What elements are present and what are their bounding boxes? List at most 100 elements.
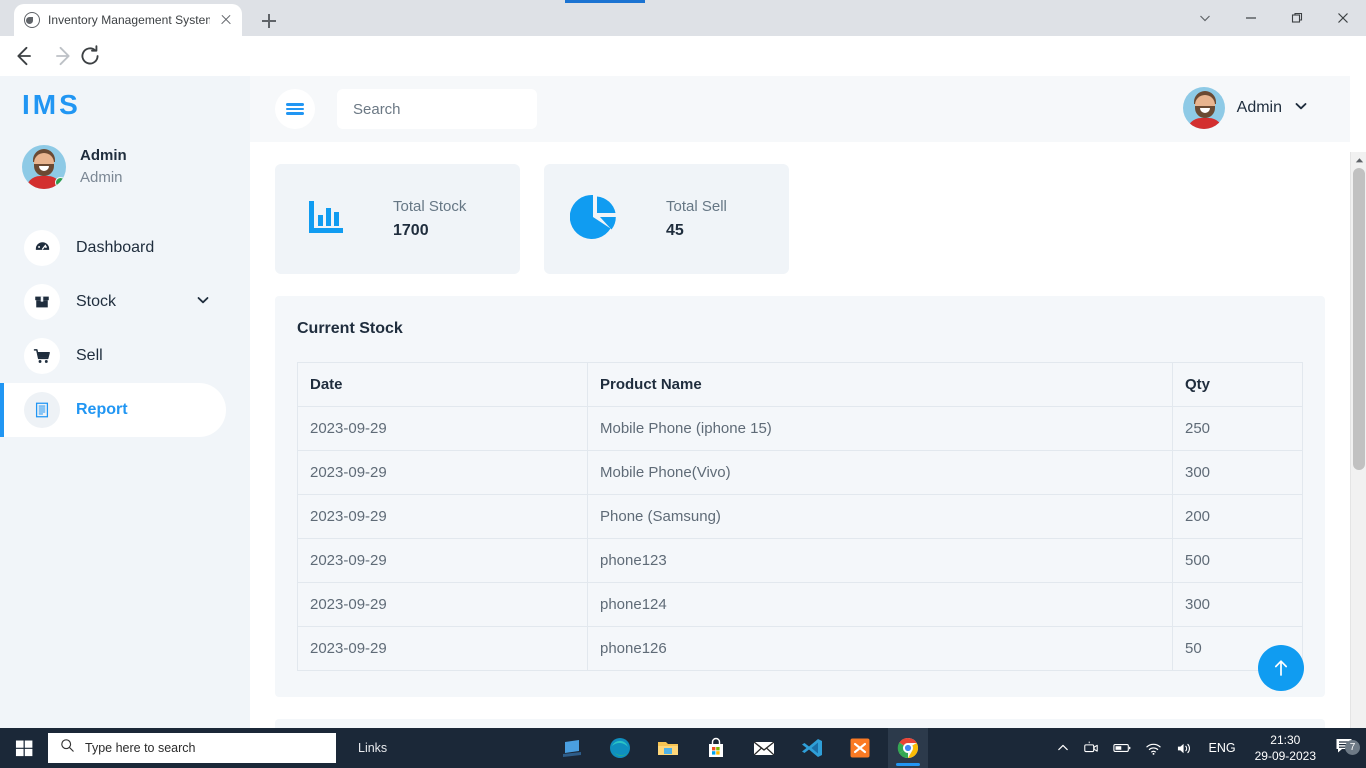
- wifi-icon[interactable]: [1138, 728, 1169, 768]
- close-icon[interactable]: [1320, 0, 1366, 36]
- cell-qty: 200: [1172, 494, 1303, 539]
- maximize-icon[interactable]: [1274, 0, 1320, 36]
- sidebar-item-stock[interactable]: Stock: [0, 275, 250, 329]
- hamburger-icon[interactable]: [275, 89, 315, 129]
- table-row: 2023-09-29 phone126 50: [297, 626, 1303, 671]
- table-row: 2023-09-29 Mobile Phone (iphone 15) 250: [297, 406, 1303, 451]
- column-header-product-name: Product Name: [587, 362, 1173, 407]
- sidebar-user-text: Admin Admin: [80, 145, 127, 189]
- scrollbar-thumb[interactable]: [1353, 168, 1365, 470]
- search-input[interactable]: [337, 89, 537, 129]
- sidebar-item-report[interactable]: Report: [0, 383, 226, 437]
- battery-icon[interactable]: [1106, 728, 1138, 768]
- cell-qty: 300: [1172, 582, 1303, 627]
- page-scrollbar[interactable]: [1350, 152, 1366, 728]
- cell-qty: 250: [1172, 406, 1303, 451]
- sidebar-item-label: Sell: [76, 347, 103, 364]
- hamburger-line: [286, 107, 304, 111]
- clock[interactable]: 21:30 29-09-2023: [1245, 732, 1326, 764]
- volume-icon[interactable]: [1169, 728, 1200, 768]
- page-content: Total Stock 1700 Total Sell 45 Current S…: [250, 142, 1350, 728]
- sidebar-user-block: Admin Admin: [22, 145, 127, 189]
- file-explorer-icon[interactable]: [648, 728, 688, 768]
- close-icon[interactable]: [218, 12, 234, 28]
- cell-date: 2023-09-29: [297, 626, 588, 671]
- sidebar-item-sell[interactable]: Sell: [0, 329, 250, 383]
- stat-value: 1700: [393, 222, 429, 239]
- scroll-to-top-button[interactable]: [1258, 645, 1304, 691]
- cell-product: Mobile Phone (iphone 15): [587, 406, 1173, 451]
- browser-window: Inventory Management System - IMS Admin …: [0, 0, 1366, 728]
- cell-product: phone124: [587, 582, 1173, 627]
- mail-icon[interactable]: [744, 728, 784, 768]
- app-topbar: Admin: [250, 76, 1350, 142]
- arrow-up-icon: [1274, 660, 1288, 676]
- windows-start-icon[interactable]: [0, 728, 48, 768]
- minimize-icon[interactable]: [1228, 0, 1274, 36]
- stat-label: Total Sell: [666, 198, 727, 215]
- stat-text: Total Stock 1700: [393, 198, 466, 240]
- edge-icon[interactable]: [600, 728, 640, 768]
- current-stock-panel: Current Stock Date Product Name Qty 2023…: [275, 296, 1325, 697]
- microsoft-store-icon[interactable]: [696, 728, 736, 768]
- scrollbar-up-arrow[interactable]: [1351, 152, 1366, 168]
- cell-date: 2023-09-29: [297, 450, 588, 495]
- browser-tab[interactable]: Inventory Management System -: [14, 4, 242, 36]
- current-stock-table: Date Product Name Qty 2023-09-29 Mobile …: [297, 362, 1303, 671]
- chevron-down-icon[interactable]: [196, 293, 210, 312]
- xampp-icon[interactable]: [840, 728, 880, 768]
- table-header-row: Date Product Name Qty: [297, 362, 1303, 407]
- avatar: [22, 145, 66, 189]
- box-icon: [24, 284, 60, 320]
- column-header-date: Date: [297, 362, 588, 407]
- back-icon[interactable]: [9, 42, 37, 70]
- table-head: Date Product Name Qty: [297, 362, 1303, 407]
- hamburger-line: [286, 112, 304, 115]
- remote-desktop-icon[interactable]: [552, 728, 592, 768]
- cell-date: 2023-09-29: [297, 538, 588, 583]
- sidebar-item-label: Stock: [76, 293, 117, 310]
- chevron-down-icon[interactable]: [1294, 99, 1308, 118]
- column-header-qty: Qty: [1172, 362, 1303, 407]
- recent-sales-panel: Recent Salse: [275, 719, 1325, 728]
- forward-icon[interactable]: [50, 42, 78, 70]
- taskbar-search-box[interactable]: Type here to search: [48, 733, 336, 763]
- show-hidden-icons-icon[interactable]: [1050, 728, 1076, 768]
- table-row: 2023-09-29 Phone (Samsung) 200: [297, 494, 1303, 539]
- cell-product: phone126: [587, 626, 1173, 671]
- sidebar-item-dashboard[interactable]: Dashboard: [0, 221, 250, 275]
- avatar-shirt: [1186, 118, 1223, 129]
- topbar-user-menu[interactable]: Admin: [1182, 87, 1308, 129]
- chrome-icon[interactable]: [888, 728, 928, 768]
- system-tray: ENG 21:30 29-09-2023 7: [1050, 728, 1366, 768]
- reload-icon[interactable]: [76, 42, 104, 70]
- main-area: Admin: [250, 76, 1350, 728]
- sidebar-user-role: Admin: [80, 169, 123, 186]
- clock-time: 21:30: [1270, 732, 1301, 747]
- sidebar-item-label: Dashboard: [76, 239, 155, 256]
- chevron-down-icon[interactable]: [1182, 0, 1228, 36]
- language-indicator[interactable]: ENG: [1200, 741, 1245, 755]
- table-row: 2023-09-29 phone123 500: [297, 538, 1303, 583]
- vscode-icon[interactable]: [792, 728, 832, 768]
- search-icon: [60, 738, 75, 758]
- stat-card-total-sell: Total Sell 45: [544, 164, 789, 274]
- cart-icon: [24, 338, 60, 374]
- taskbar-links-label[interactable]: Links: [358, 741, 387, 755]
- sidebar-nav: Dashboard Stock Sell Report: [0, 221, 250, 437]
- cell-date: 2023-09-29: [297, 494, 588, 539]
- page-viewport: IMS Admin Admin Dashboard Stock Sell Rep…: [0, 76, 1366, 728]
- stat-label: Total Stock: [393, 198, 467, 215]
- camera-icon[interactable]: [1076, 728, 1106, 768]
- topbar-user-name: Admin: [1236, 99, 1282, 116]
- browser-toolbar: localhost/rk/report.php: [0, 36, 1366, 105]
- screen: Inventory Management System - IMS Admin …: [0, 0, 1366, 768]
- cell-qty: 500: [1172, 538, 1303, 583]
- report-icon: [24, 392, 60, 428]
- table-row: 2023-09-29 Mobile Phone(Vivo) 300: [297, 450, 1303, 495]
- app-logo[interactable]: IMS: [22, 89, 81, 121]
- new-tab-button[interactable]: [257, 9, 281, 33]
- clock-date: 29-09-2023: [1254, 749, 1316, 763]
- notifications-icon[interactable]: 7: [1326, 736, 1366, 761]
- stat-text: Total Sell 45: [666, 198, 727, 240]
